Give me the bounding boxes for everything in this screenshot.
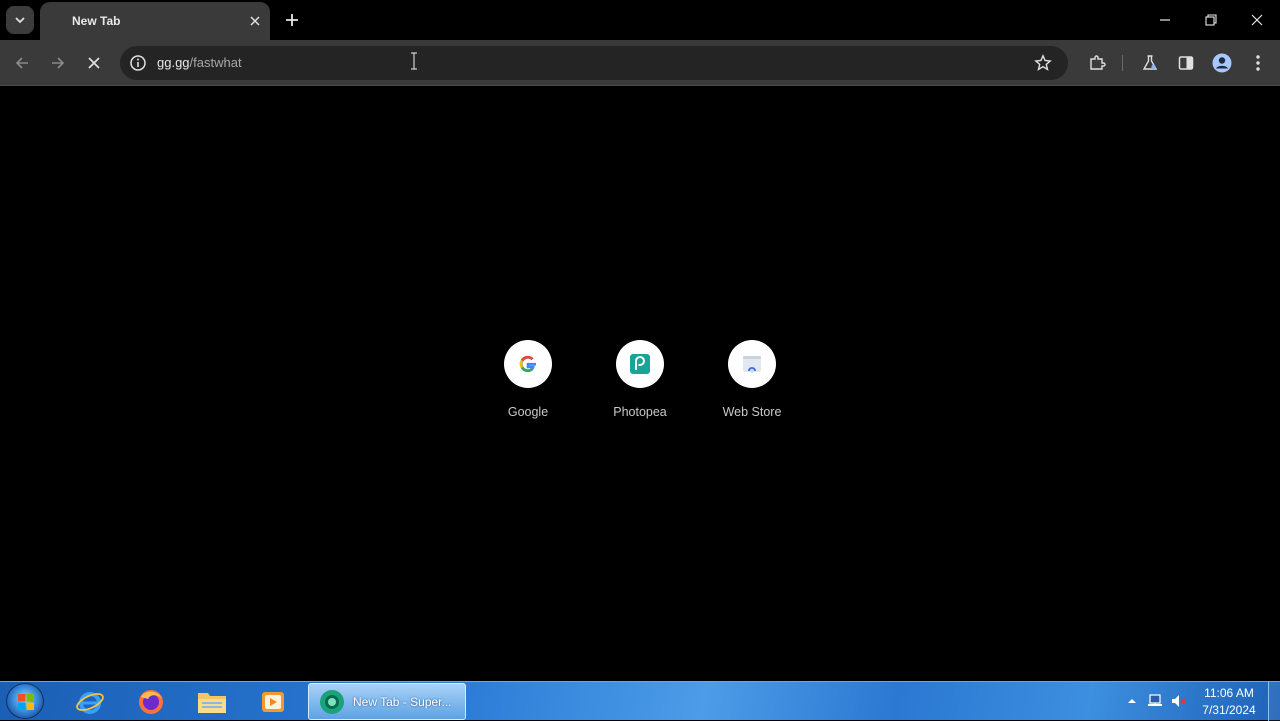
site-info-icon[interactable] — [129, 54, 147, 72]
shortcut-google[interactable]: Google — [472, 340, 584, 430]
taskbar-active-window[interactable]: New Tab - Super... — [308, 683, 466, 720]
internet-explorer-icon — [76, 691, 104, 714]
start-button[interactable] — [6, 683, 44, 719]
show-hidden-icons-icon[interactable] — [1124, 693, 1140, 709]
windows-taskbar: New Tab - Super... 11:06 AM 7/31/2024 — [0, 681, 1280, 721]
back-button[interactable] — [10, 51, 34, 75]
volume-muted-icon[interactable] — [1171, 693, 1187, 709]
taskbar-firefox[interactable] — [129, 684, 173, 719]
close-icon — [250, 16, 260, 26]
tab-strip: New Tab — [0, 0, 1280, 40]
forward-button[interactable] — [46, 51, 70, 75]
puzzle-icon — [1090, 55, 1106, 70]
browser-toolbar: gg.gg/fastwhat — [0, 40, 1280, 86]
browser-window: New Tab gg.gg/fastwhat Google Photopea W… — [0, 0, 1280, 681]
arrow-right-icon — [52, 57, 65, 69]
taskbar-window-title: New Tab - Super... — [353, 695, 452, 709]
tab-search-button[interactable] — [6, 6, 34, 34]
taskbar-media-player[interactable] — [251, 684, 295, 719]
taskbar-file-explorer[interactable] — [190, 684, 234, 719]
url-text[interactable]: gg.gg/fastwhat — [157, 55, 242, 70]
windows-logo-icon — [18, 694, 34, 710]
side-panel-button[interactable] — [1175, 52, 1197, 74]
text-cursor-icon — [411, 52, 417, 70]
shortcut-photopea[interactable]: Photopea — [584, 340, 696, 430]
minimize-icon — [1160, 19, 1170, 21]
shortcut-label: Photopea — [613, 405, 667, 419]
extensions-button[interactable] — [1086, 52, 1108, 74]
shortcut-label: Google — [507, 405, 549, 419]
toolbar-separator — [1122, 55, 1123, 71]
shortcut-icon-circle — [728, 340, 776, 388]
labs-button[interactable] — [1139, 52, 1161, 74]
clock-time[interactable]: 11:06 AM — [1198, 686, 1260, 700]
side-panel-icon — [1178, 56, 1194, 70]
close-icon — [88, 57, 100, 69]
menu-button[interactable] — [1247, 52, 1269, 74]
close-icon — [1251, 14, 1263, 26]
file-explorer-icon — [198, 692, 226, 713]
google-g-icon — [519, 355, 536, 373]
profile-button[interactable] — [1211, 52, 1233, 74]
tab-new-tab[interactable]: New Tab — [40, 2, 270, 40]
browser-app-icon — [320, 690, 344, 714]
tab-close-button[interactable] — [246, 12, 264, 30]
plus-icon — [286, 14, 298, 26]
address-bar[interactable]: gg.gg/fastwhat — [120, 46, 1068, 80]
web-store-icon — [743, 356, 761, 373]
arrow-left-icon — [15, 57, 28, 69]
restore-button[interactable] — [1199, 8, 1223, 32]
profile-avatar-icon — [1212, 53, 1232, 73]
shortcut-icon-circle — [504, 340, 552, 388]
flask-icon — [1142, 55, 1158, 70]
photopea-icon — [630, 354, 650, 374]
minimize-button[interactable] — [1153, 8, 1177, 32]
firefox-icon — [139, 689, 163, 714]
shortcut-web-store[interactable]: Web Store — [696, 340, 808, 430]
taskbar-internet-explorer[interactable] — [68, 684, 112, 719]
shortcut-tiles: Google Photopea Web Store — [472, 340, 808, 430]
shortcut-label: Web Store — [722, 405, 782, 419]
tab-title: New Tab — [72, 14, 121, 28]
chevron-down-icon — [15, 17, 25, 24]
url-path: /fastwhat — [189, 55, 242, 70]
show-desktop-button[interactable] — [1268, 682, 1280, 721]
url-host: gg.gg — [157, 55, 190, 70]
more-vertical-icon — [1256, 55, 1260, 71]
bookmark-star-icon[interactable] — [1034, 54, 1052, 72]
clock-date[interactable]: 7/31/2024 — [1198, 703, 1260, 717]
restore-icon — [1205, 14, 1217, 26]
new-tab-button[interactable] — [280, 8, 304, 32]
network-icon[interactable] — [1147, 693, 1163, 709]
media-player-icon — [262, 691, 284, 712]
shortcut-icon-circle — [616, 340, 664, 388]
stop-loading-button[interactable] — [82, 51, 106, 75]
close-window-button[interactable] — [1245, 8, 1269, 32]
